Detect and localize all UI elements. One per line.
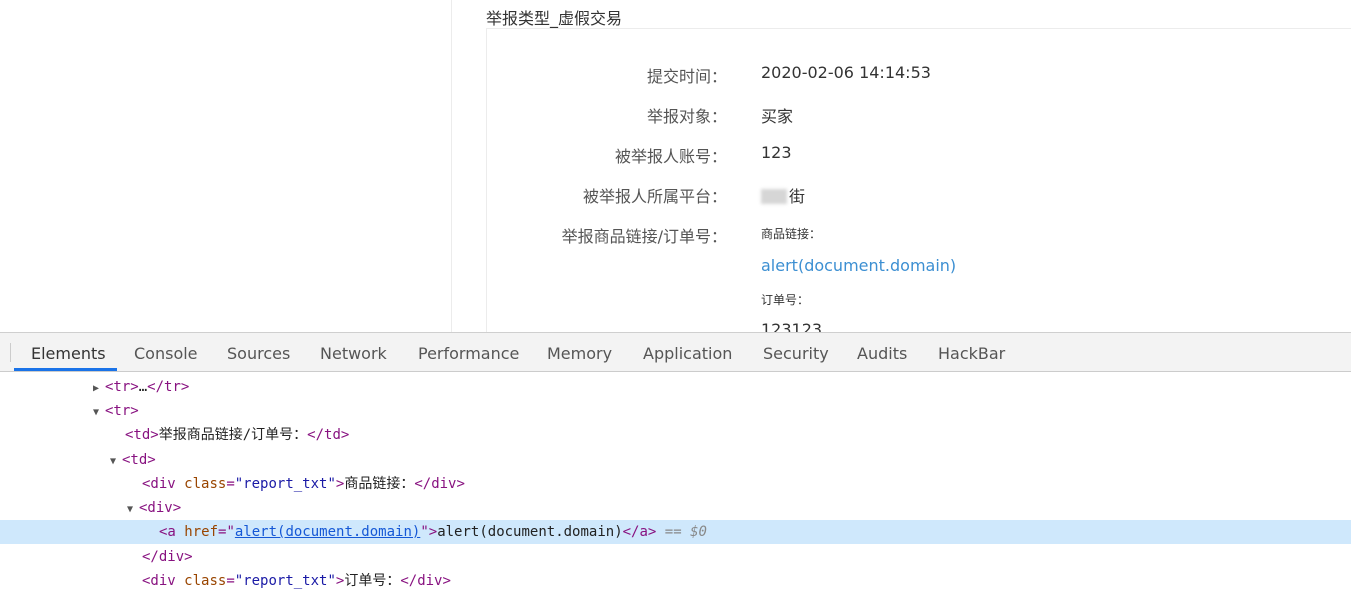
dom-node-div[interactable]: ▼ <div>: [127, 496, 181, 520]
tab-memory[interactable]: Memory: [547, 344, 612, 363]
tab-application[interactable]: Application: [643, 344, 732, 363]
tab-hackbar[interactable]: HackBar: [938, 344, 1005, 363]
dom-node-tr[interactable]: ▼ <tr>: [93, 399, 139, 423]
order-number-value: 123123: [761, 320, 823, 332]
tab-bar-separator: [10, 343, 11, 362]
product-link[interactable]: alert(document.domain): [761, 256, 956, 275]
product-link-label: 商品链接：: [761, 227, 822, 241]
tab-sources[interactable]: Sources: [227, 344, 290, 363]
left-pane: [0, 0, 452, 332]
active-tab-indicator: [14, 368, 117, 371]
order-number-label: 订单号：: [761, 293, 810, 307]
href-link[interactable]: alert(document.domain): [235, 524, 420, 540]
dom-node-div-close[interactable]: </div>: [142, 545, 193, 569]
tab-console[interactable]: Console: [134, 344, 198, 363]
tab-audits[interactable]: Audits: [857, 344, 907, 363]
collapse-triangle-icon[interactable]: ▼: [93, 401, 105, 425]
tab-security[interactable]: Security: [763, 344, 829, 363]
redacted-blur: [761, 189, 787, 204]
submit-time-value: 2020-02-06 14:14:53: [761, 63, 931, 82]
report-details-box: 提交时间： 2020-02-06 14:14:53 举报对象： 买家 被举报人账…: [486, 28, 1351, 332]
dom-node-a-selected[interactable]: <a href="alert(document.domain)">alert(d…: [0, 520, 1351, 544]
elements-tree: ▶ <tr>…</tr> ▼ <tr> <td>举报商品链接/订单号：</td> ▼…: [0, 372, 1351, 600]
submit-time-label: 提交时间：: [646, 67, 727, 86]
dom-node-div-report-txt[interactable]: <div class="report_txt">商品链接：</div>: [142, 472, 465, 496]
collapse-triangle-icon[interactable]: ▼: [110, 450, 122, 474]
report-type-title: 举报类型_虚假交易: [486, 9, 623, 28]
product-link-order-value: 商品链接： alert(document.domain) 订单号： 123123: [761, 223, 956, 332]
tab-network[interactable]: Network: [320, 344, 387, 363]
dom-node-td[interactable]: ▼ <td>: [110, 448, 156, 472]
collapse-triangle-icon[interactable]: ▼: [127, 498, 139, 522]
reported-account-label: 被举报人账号：: [614, 147, 727, 166]
devtools-tab-bar: Elements Console Sources Network Perform…: [0, 333, 1351, 372]
expand-triangle-icon[interactable]: ▶: [93, 377, 105, 401]
reported-platform-label: 被举报人所属平台：: [582, 187, 727, 206]
tab-performance[interactable]: Performance: [418, 344, 519, 363]
page-content: 举报类型_虚假交易 提交时间： 2020-02-06 14:14:53 举报对象…: [0, 0, 1351, 332]
devtools-panel: Elements Console Sources Network Perform…: [0, 332, 1351, 600]
report-target-label: 举报对象：: [646, 107, 727, 126]
dom-node-tr-collapsed[interactable]: ▶ <tr>…</tr>: [93, 375, 189, 399]
report-target-value: 买家: [761, 107, 794, 126]
selected-node-marker: == $0: [664, 524, 707, 540]
dom-node-td-label[interactable]: <td>举报商品链接/订单号：</td>: [125, 423, 349, 447]
reported-platform-value: 街: [761, 183, 805, 207]
reported-account-value: 123: [761, 143, 792, 162]
platform-visible-text: 街: [789, 187, 806, 206]
dom-node-div-report-txt-order[interactable]: <div class="report_txt">订单号：</div>: [142, 569, 451, 593]
tab-elements[interactable]: Elements: [31, 344, 106, 363]
product-link-order-label: 举报商品链接/订单号：: [561, 227, 727, 246]
